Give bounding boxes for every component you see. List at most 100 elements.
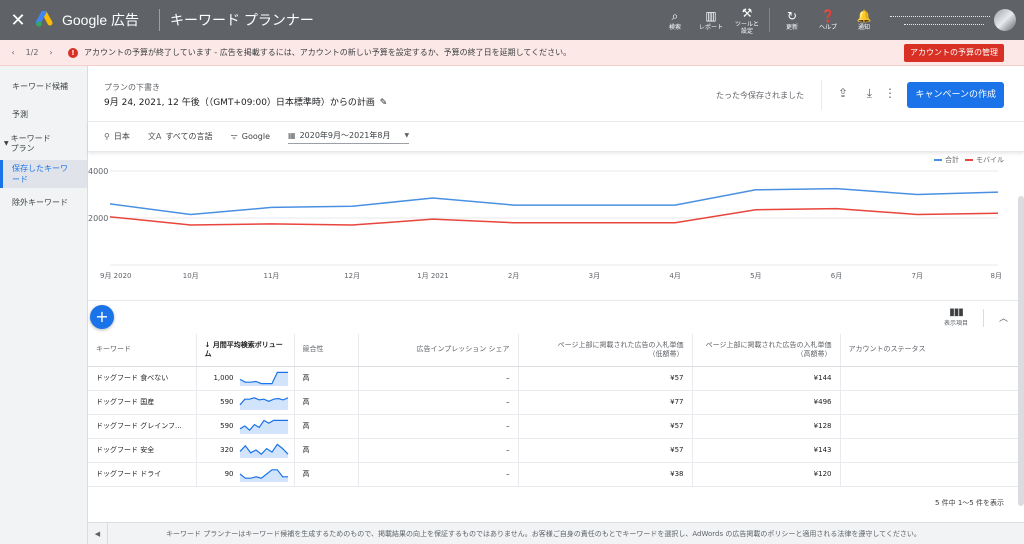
table-row[interactable]: ドッグフード 国産 590 高 – ¥77 ¥496 — [88, 390, 1024, 415]
trend-sparkline — [239, 371, 288, 386]
top-bar: ✕ Google 広告 キーワード プランナー ⌕ 検索 ▥ レポート ⚒ ツー… — [0, 0, 1024, 40]
search-icon: ⌕ — [671, 9, 679, 23]
header-bid-high[interactable]: ページ上部に掲載された広告の入札単価 （高額帯） — [692, 334, 841, 367]
sidebar-item-keyword-plan[interactable]: ▼ キーワード プラン — [0, 128, 87, 160]
account-info-redacted[interactable] — [890, 12, 990, 29]
volume-value: 590 — [220, 398, 234, 406]
series-line-mobile — [109, 207, 999, 226]
header-divider — [821, 80, 822, 110]
header-impression-share[interactable]: 広告インプレッション シェア — [358, 334, 519, 367]
notification-label: 通知 — [857, 24, 870, 31]
cell-bid-low: ¥38 — [518, 462, 693, 487]
chart-canvas: 4000 2000 9月 2020 10月 11月 12月 1月 2021 2月 3月 4月 5月 6… — [88, 167, 1002, 280]
create-campaign-button[interactable]: キャンペーンの作成 — [907, 82, 1004, 108]
brand-name: Google 広告 — [62, 12, 140, 28]
close-icon[interactable]: ✕ — [0, 10, 36, 31]
more-vert-icon[interactable]: ⋮ — [884, 86, 896, 100]
table-row[interactable]: ドッグフード 食べない 1,000 高 – ¥57 ¥144 — [88, 366, 1024, 391]
chart-legend: 合計 モバイル — [928, 155, 1004, 165]
cell-bid-high: ¥128 — [692, 414, 841, 439]
refresh-button[interactable]: ↻ 更新 — [774, 9, 810, 31]
cell-status — [840, 438, 1024, 463]
help-button[interactable]: ❓ ヘルプ — [810, 9, 846, 31]
search-volume-chart: 合計 モバイル 4000 2000 9月 2020 10月 11月 12月 1月 2021 2… — [88, 153, 1024, 298]
cell-keyword: ドッグフード 安全 — [88, 438, 197, 463]
sidebar-item-keyword-ideas[interactable]: キーワード候補 — [0, 72, 87, 100]
sidebar-item-label: キーワード プラン — [10, 134, 51, 153]
columns-icon: ▮▮▮ — [949, 307, 964, 318]
sidebar-item-negative-keywords[interactable]: 除外キーワード — [0, 188, 87, 216]
x-tick-label: 12月 — [344, 272, 360, 280]
header-competition[interactable]: 競合性 — [294, 334, 359, 367]
manage-budget-button[interactable]: アカウントの予算の管理 — [904, 44, 1004, 62]
header-volume[interactable]: ↓ 月間平均検索ボリューム — [196, 334, 295, 367]
table-row[interactable]: ドッグフード ドライ 90 高 – ¥38 ¥120 — [88, 462, 1024, 487]
cell-keyword: ドッグフード ドライ — [88, 462, 197, 487]
legend-label-mobile: モバイル — [976, 156, 1004, 164]
network-filter[interactable]: ᯤ Google — [230, 131, 270, 142]
translate-icon: 文A — [147, 132, 162, 141]
sidebar-item-forecast[interactable]: 予測 — [0, 100, 87, 128]
location-pin-icon: ⚲ — [104, 132, 110, 141]
search-button[interactable]: ⌕ 検索 — [657, 9, 693, 31]
report-button[interactable]: ▥ レポート — [693, 9, 729, 31]
report-icon: ▥ — [705, 9, 717, 23]
download-icon[interactable]: ⤓ — [867, 86, 872, 101]
pencil-icon[interactable]: ✎ — [380, 98, 388, 108]
table-row[interactable]: ドッグフード 安全 320 高 – ¥57 ¥143 — [88, 438, 1024, 463]
volume-value: 1,000 — [213, 374, 234, 382]
cell-volume: 590 — [196, 414, 295, 439]
columns-button[interactable]: ▮▮▮ 表示項目 — [944, 307, 968, 327]
volume-value: 90 — [224, 470, 234, 478]
location-filter[interactable]: ⚲ 日本 — [104, 131, 130, 142]
scrollbar[interactable] — [1018, 196, 1024, 506]
cell-keyword: ドッグフード 食べない — [88, 366, 197, 391]
wrench-icon: ⚒ — [741, 5, 753, 20]
add-keyword-button[interactable]: + — [90, 305, 114, 329]
chevron-up-icon[interactable]: ︿ — [999, 311, 1008, 324]
header-status[interactable]: アカウントのステータス — [840, 334, 1024, 367]
disclaimer-text: キーワード プランナーはキーワード候補を生成するためのもので、掲載結果の向上を保… — [166, 529, 921, 538]
legend-swatch-mobile — [965, 159, 973, 161]
plan-title[interactable]: 9月 24, 2021, 12 午後（（GMT+09:00）日本標準時）からの計… — [104, 95, 387, 108]
cell-volume: 590 — [196, 390, 295, 415]
avatar[interactable] — [994, 9, 1016, 31]
volume-value: 320 — [220, 446, 234, 454]
language-filter[interactable]: 文A すべての言語 — [148, 131, 213, 142]
cell-impression-share: – — [358, 462, 519, 487]
google-ads-logo — [35, 9, 56, 29]
notification-button[interactable]: 🔔 通知 — [846, 9, 882, 31]
trend-sparkline — [239, 469, 288, 482]
network-value: Google — [241, 132, 270, 141]
cell-bid-low: ¥57 — [518, 366, 693, 391]
date-range-filter[interactable]: ▦ 2020年9月～2021年8月 ▼ — [288, 130, 410, 144]
tools-label: ツールと 設定 — [734, 20, 759, 35]
table-row[interactable]: ドッグフード グレインフ... 590 高 – ¥57 ¥128 — [88, 414, 1024, 439]
x-tick-label: 11月 — [263, 272, 279, 280]
help-label: ヘルプ — [818, 24, 837, 31]
share-icon[interactable]: ⇪ — [838, 86, 848, 100]
collapse-sidebar-icon[interactable]: ◀ — [88, 522, 108, 544]
trend-sparkline — [239, 419, 288, 434]
header-keyword[interactable]: キーワード — [88, 334, 197, 367]
header-bid-low[interactable]: ページ上部に掲載された広告の入札単価 （低額帯） — [518, 334, 693, 367]
header-divider — [159, 9, 161, 31]
sidebar-item-saved-keywords[interactable]: 保存したキーワード — [0, 160, 87, 188]
sidebar-item-label: キーワード候補 — [12, 81, 68, 91]
legend-label-total: 合計 — [945, 156, 959, 164]
volume-value: 590 — [220, 422, 234, 430]
cell-status — [840, 390, 1024, 415]
trend-sparkline — [239, 443, 288, 458]
page-title: キーワード プランナー — [170, 12, 314, 28]
cell-volume: 1,000 — [196, 366, 295, 391]
columns-label: 表示項目 — [943, 320, 968, 327]
chevron-right-icon[interactable]: › — [49, 48, 52, 57]
date-range-value: 2020年9月～2021年8月 — [299, 130, 391, 140]
chevron-left-icon[interactable]: ‹ — [11, 48, 14, 57]
tools-settings-button[interactable]: ⚒ ツールと 設定 — [729, 6, 765, 35]
cell-impression-share: – — [358, 438, 519, 463]
alert-page-indicator: 1/2 — [25, 48, 39, 57]
cell-volume: 320 — [196, 438, 295, 463]
sparkline-area — [239, 420, 288, 434]
keyword-table-body: ドッグフード 食べない 1,000 高 – ¥57 ¥144 ドッグフード 国産 590 高 – ¥… — [88, 366, 1024, 487]
